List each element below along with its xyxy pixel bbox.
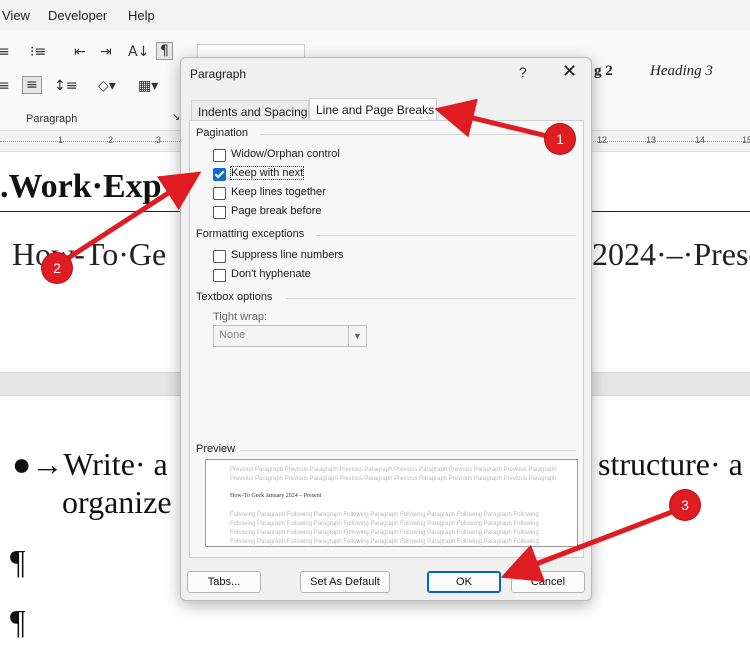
annotation-badge-2: 2	[42, 253, 72, 283]
annotation-badge-3: 3	[670, 490, 700, 520]
arrow-1	[434, 98, 548, 139]
annotation-badge-1: 1	[545, 124, 575, 154]
annotation-arrows	[60, 98, 678, 582]
arrow-2	[60, 171, 202, 265]
arrow-3	[500, 507, 678, 582]
